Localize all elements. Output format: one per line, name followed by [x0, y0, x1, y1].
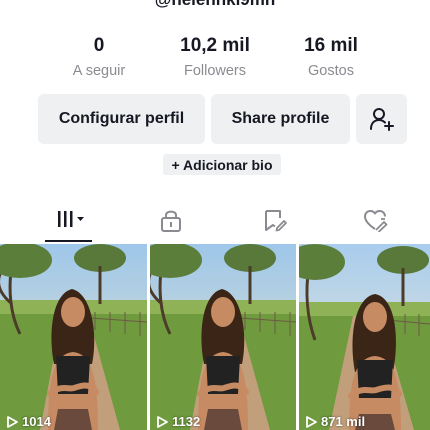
video-thumbnail[interactable]: 1014 [0, 244, 147, 430]
profile-username: @helennki9mn [0, 0, 430, 10]
video-thumbnail-image [299, 244, 430, 430]
play-icon [306, 415, 317, 428]
video-thumbnail-image [0, 244, 147, 430]
stat-following-count: 0 [93, 35, 105, 56]
profile-tabs [0, 200, 430, 244]
stat-followers-count: 10,2 mil [180, 35, 250, 56]
tab-liked[interactable] [362, 208, 392, 233]
video-view-count: 871 mil [305, 414, 365, 429]
tab-videos[interactable] [53, 208, 84, 232]
video-thumbnail[interactable]: 871 mil [299, 244, 430, 430]
add-user-icon [369, 108, 394, 131]
active-tab-indicator [45, 240, 92, 242]
tab-saved[interactable] [262, 208, 292, 232]
video-thumbnail[interactable]: 1132 [150, 244, 296, 430]
stat-likes-count: 16 mil [304, 35, 358, 56]
share-profile-button[interactable]: Share profile [211, 94, 350, 144]
stat-following[interactable]: 0 A seguir [41, 34, 157, 79]
stat-likes[interactable]: 16 mil Gostos [273, 34, 389, 79]
saved-icon [265, 210, 287, 232]
stats-row: 0 A seguir 10,2 mil Followers 16 mil Gos… [0, 34, 430, 79]
liked-heart-icon [364, 210, 388, 233]
video-thumbnail-image [150, 244, 296, 430]
tab-private[interactable] [158, 208, 188, 232]
stat-followers-label: Followers [183, 63, 247, 79]
grid-icon [58, 211, 84, 227]
video-grid: 1014 1132 871 mil [0, 244, 430, 430]
add-bio-button[interactable]: + Adicionar bio [163, 154, 281, 175]
stat-followers[interactable]: 10,2 mil Followers [157, 34, 273, 79]
video-view-count-text: 871 mil [321, 414, 366, 429]
stat-following-label: A seguir [72, 63, 126, 79]
video-view-count-text: 1132 [172, 414, 201, 429]
play-icon [157, 415, 168, 428]
video-view-count: 1014 [6, 414, 51, 429]
video-view-count: 1132 [156, 414, 200, 429]
video-view-count-text: 1014 [22, 414, 51, 429]
add-friend-button[interactable] [356, 94, 407, 144]
play-icon [7, 415, 18, 428]
lock-icon [161, 210, 181, 232]
edit-profile-button[interactable]: Configurar perfil [38, 94, 205, 144]
profile-actions: Configurar perfil Share profile [38, 94, 407, 144]
stat-likes-label: Gostos [308, 63, 354, 79]
